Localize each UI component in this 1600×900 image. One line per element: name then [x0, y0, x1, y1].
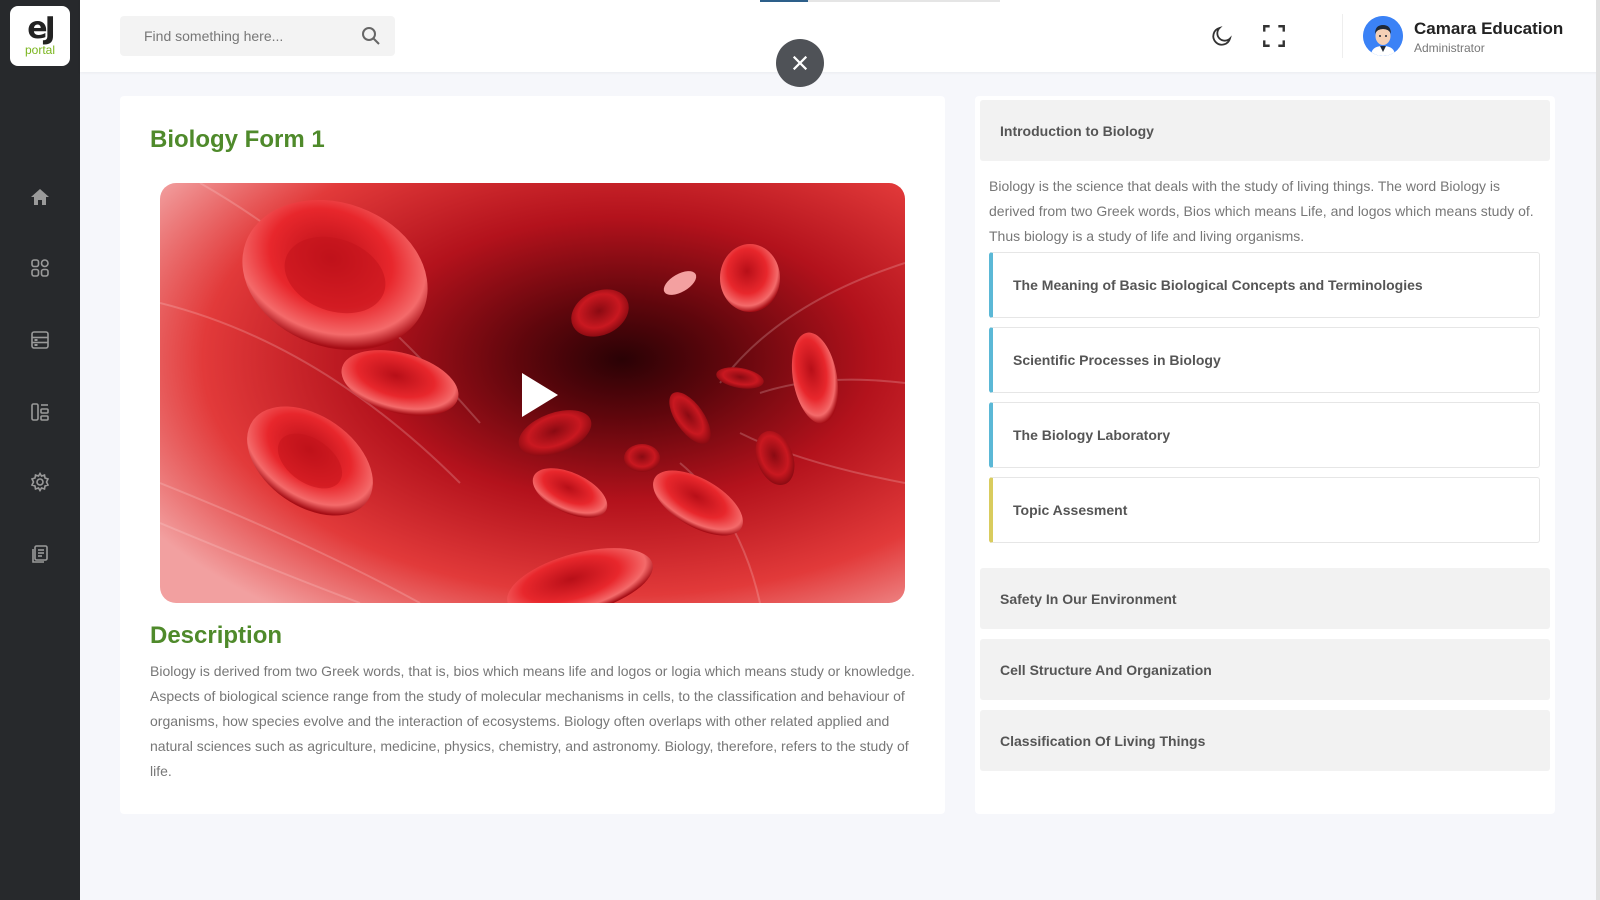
search-box — [120, 16, 395, 56]
logo-mark: eJ — [27, 11, 55, 46]
dark-mode-toggle[interactable] — [1208, 22, 1236, 50]
close-icon — [792, 55, 808, 71]
sidebar-layout-icon[interactable] — [28, 400, 52, 424]
description-heading: Description — [150, 622, 283, 649]
sidebar-document-icon[interactable] — [28, 542, 52, 566]
avatar[interactable] — [1363, 16, 1403, 56]
topic-cell-structure-header[interactable]: Cell Structure And Organization — [980, 639, 1550, 700]
subtopic-assessment-item[interactable]: Topic Assesment — [989, 477, 1540, 543]
search-input[interactable] — [120, 28, 350, 44]
topic-introduction-header[interactable]: Introduction to Biology — [980, 100, 1550, 161]
user-role: Administrator — [1414, 41, 1485, 55]
moon-icon — [1212, 26, 1232, 46]
subtopic-item[interactable]: The Biology Laboratory — [989, 402, 1540, 468]
subtopic-item[interactable]: The Meaning of Basic Biological Concepts… — [989, 252, 1540, 318]
header-divider — [1342, 14, 1343, 58]
course-content-card: Biology Form 1 Description Biology is de… — [120, 96, 945, 814]
play-icon[interactable] — [520, 371, 560, 419]
sidebar-gear-icon[interactable] — [28, 470, 52, 494]
sidebar-home-icon[interactable] — [28, 185, 52, 209]
sidebar-grid-icon[interactable] — [28, 256, 52, 280]
topic-classification-header[interactable]: Classification Of Living Things — [980, 710, 1550, 771]
sidebar: eJ portal — [0, 0, 80, 900]
course-title: Biology Form 1 — [150, 126, 325, 153]
topbar: Camara Education Administrator — [80, 0, 1600, 72]
app-logo[interactable]: eJ portal — [10, 6, 70, 66]
logo-subtitle: portal — [24, 43, 56, 57]
loading-progress-fill — [760, 0, 808, 2]
close-button[interactable] — [776, 39, 824, 87]
subtopic-item[interactable]: Scientific Processes in Biology — [989, 327, 1540, 393]
fullscreen-button[interactable] — [1260, 22, 1288, 50]
search-icon[interactable] — [361, 26, 381, 46]
sidebar-list-icon[interactable] — [28, 328, 52, 352]
user-name[interactable]: Camara Education — [1414, 19, 1563, 39]
topic-introduction-text: Biology is the science that deals with t… — [989, 178, 1534, 244]
page-scrollbar[interactable] — [1596, 0, 1600, 900]
topics-panel: Introduction to Biology Biology is the s… — [975, 96, 1555, 814]
video-player[interactable] — [160, 183, 905, 603]
fullscreen-icon — [1263, 25, 1285, 47]
topic-safety-header[interactable]: Safety In Our Environment — [980, 568, 1550, 629]
description-text: Biology is derived from two Greek words,… — [150, 663, 915, 779]
loading-progress-bar — [760, 0, 1000, 2]
